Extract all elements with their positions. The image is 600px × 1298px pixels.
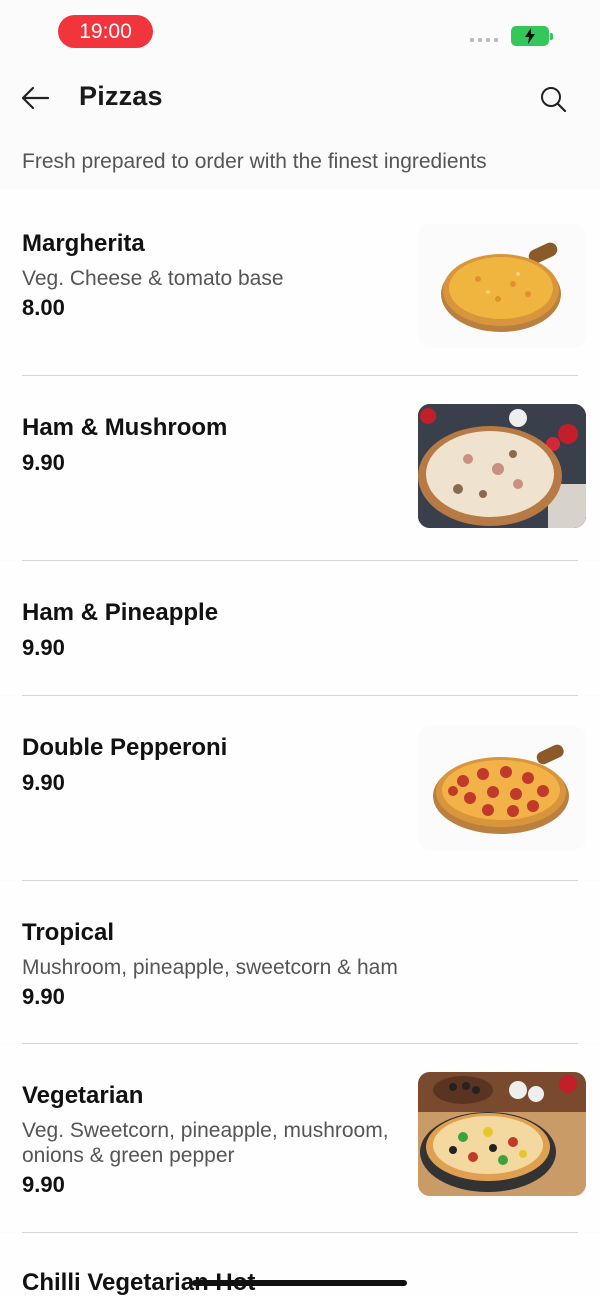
item-name: Tropical bbox=[22, 919, 115, 946]
home-indicator[interactable] bbox=[192, 1280, 407, 1286]
item-image-vegetarian bbox=[418, 1072, 586, 1196]
arrow-left-icon bbox=[21, 86, 50, 110]
search-icon bbox=[541, 87, 567, 113]
menu-item-ham-mushroom[interactable]: Ham & Mushroom 9.90 bbox=[0, 376, 600, 560]
battery-charging-icon bbox=[511, 26, 553, 46]
item-description-line1: Veg. Sweetcorn, pineapple, mushroom, bbox=[22, 1119, 389, 1142]
item-price: 9.90 bbox=[22, 770, 65, 795]
header: Pizzas bbox=[0, 64, 600, 134]
item-price: 9.90 bbox=[22, 450, 65, 475]
item-name: Vegetarian bbox=[22, 1082, 144, 1109]
item-price: 9.90 bbox=[22, 635, 65, 660]
menu-item-margherita[interactable]: Margherita Veg. Cheese & tomato base 8.0… bbox=[0, 190, 600, 376]
search-button[interactable] bbox=[538, 84, 568, 114]
back-button[interactable] bbox=[20, 84, 52, 112]
item-description: Veg. Cheese & tomato base bbox=[22, 267, 284, 290]
signal-icon bbox=[470, 38, 498, 42]
item-image-margherita bbox=[418, 224, 586, 348]
item-name: Double Pepperoni bbox=[22, 734, 228, 761]
menu-item-tropical[interactable]: Tropical Mushroom, pineapple, sweetcorn … bbox=[0, 881, 600, 1043]
item-description-line2: onions & green pepper bbox=[22, 1144, 235, 1167]
item-name: Ham & Mushroom bbox=[22, 414, 228, 441]
page-title: Pizzas bbox=[79, 81, 163, 111]
menu-item-ham-pineapple[interactable]: Ham & Pineapple 9.90 bbox=[0, 561, 600, 695]
item-name: Margherita bbox=[22, 230, 145, 257]
menu-item-chilli-vegetarian-hot[interactable]: Chilli Vegetarian Hot bbox=[0, 1233, 600, 1298]
status-time: 19:00 bbox=[58, 15, 153, 48]
menu-item-vegetarian[interactable]: Vegetarian Veg. Sweetcorn, pineapple, mu… bbox=[0, 1044, 600, 1232]
item-image-double-pepperoni bbox=[418, 726, 586, 850]
item-price: 8.00 bbox=[22, 295, 65, 320]
menu-item-double-pepperoni[interactable]: Double Pepperoni 9.90 bbox=[0, 696, 600, 880]
item-description: Mushroom, pineapple, sweetcorn & ham bbox=[22, 956, 398, 979]
item-price: 9.90 bbox=[22, 1172, 65, 1197]
status-bar: 19:00 bbox=[0, 0, 600, 64]
item-name: Ham & Pineapple bbox=[22, 599, 219, 626]
item-price: 9.90 bbox=[22, 984, 65, 1009]
item-image-ham-mushroom bbox=[418, 404, 586, 528]
page-subtitle: Fresh prepared to order with the finest … bbox=[22, 150, 487, 173]
